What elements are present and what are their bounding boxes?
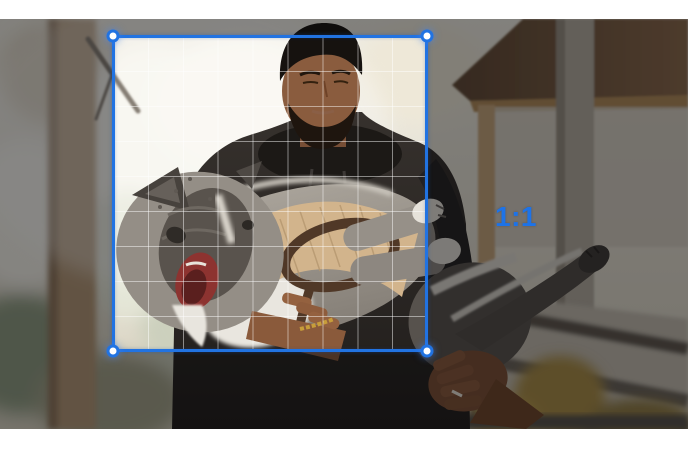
aspect-ratio-label: 1:1 — [495, 201, 537, 232]
crop-handle-top-right[interactable] — [423, 32, 431, 40]
crop-editor-canvas: 1:1 — [0, 0, 690, 450]
crop-handle-bottom-left[interactable] — [109, 347, 117, 355]
crop-border[interactable] — [112, 35, 428, 352]
crop-handle-top-left[interactable] — [109, 32, 117, 40]
crop-handle-bottom-right[interactable] — [423, 347, 431, 355]
crop-box[interactable] — [109, 32, 431, 355]
